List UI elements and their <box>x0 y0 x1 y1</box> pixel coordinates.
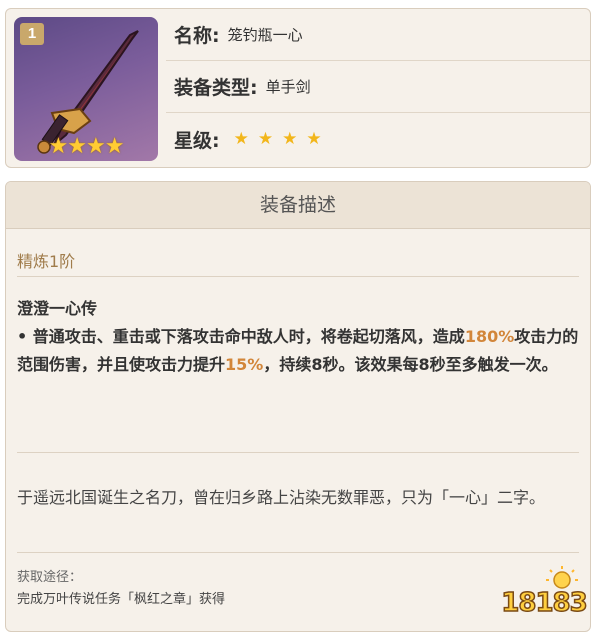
name-row: 名称: 笼钓瓶一心 <box>166 9 590 61</box>
lore-text: 于遥远北国诞生之名刀，曾在归乡路上沾染无数罪恶，只为「一心」二字。 <box>17 488 546 507</box>
weapon-image: 1 ★★★★ <box>14 17 158 161</box>
atk-bonus-percent: 15% <box>225 355 264 374</box>
type-label: 装备类型: <box>174 77 258 99</box>
refinement-badge: 1 <box>20 23 44 45</box>
description-header: 装备描述 <box>6 182 590 229</box>
weapon-attributes: 名称: 笼钓瓶一心 装备类型: 单手剑 星级: ★★★★ <box>166 9 590 167</box>
source-text: 完成万叶传说任务「枫红之章」获得 <box>17 592 226 607</box>
name-label: 名称: <box>174 25 220 47</box>
logo-text: 18183 <box>501 587 589 619</box>
source-label: 获取途径： <box>17 570 83 585</box>
type-row: 装备类型: 单手剑 <box>166 61 590 113</box>
weapon-type: 单手剑 <box>265 78 311 96</box>
passive-description: • 普通攻击、重击或下落攻击命中敌人时，将卷起切落风，造成180%攻击力的范围伤… <box>17 323 579 379</box>
weapon-summary-card: 1 ★★★★ 名称: 笼钓瓶一心 装备类型: 单手剑 星级: ★★★★ <box>5 8 591 168</box>
passive-name: 澄澄一心传 <box>17 299 98 318</box>
divider <box>17 276 579 277</box>
passive-text-3: ，持续8秒。该效果每8秒至多触发一次。 <box>263 355 558 374</box>
rarity-row: 星级: ★★★★ <box>166 113 590 165</box>
rarity-stars-icon: ★★★★ <box>48 134 125 159</box>
star-icon: ★★★★ <box>233 129 331 149</box>
weapon-info-page: 1 ★★★★ 名称: 笼钓瓶一心 装备类型: 单手剑 星级: ★★★★ 装备描述… <box>0 0 600 638</box>
divider <box>17 552 579 553</box>
passive-text-1: • 普通攻击、重击或下落攻击命中敌人时，将卷起切落风，造成 <box>17 327 465 346</box>
site-logo: 18183 <box>494 566 594 630</box>
damage-percent: 180% <box>464 327 515 346</box>
divider <box>17 452 579 453</box>
description-card: 装备描述 精炼1阶 澄澄一心传 • 普通攻击、重击或下落攻击命中敌人时，将卷起切… <box>5 181 591 632</box>
weapon-name: 笼钓瓶一心 <box>227 26 303 44</box>
refinement-level: 精炼1阶 <box>17 252 76 271</box>
rarity-label: 星级: <box>174 129 220 152</box>
